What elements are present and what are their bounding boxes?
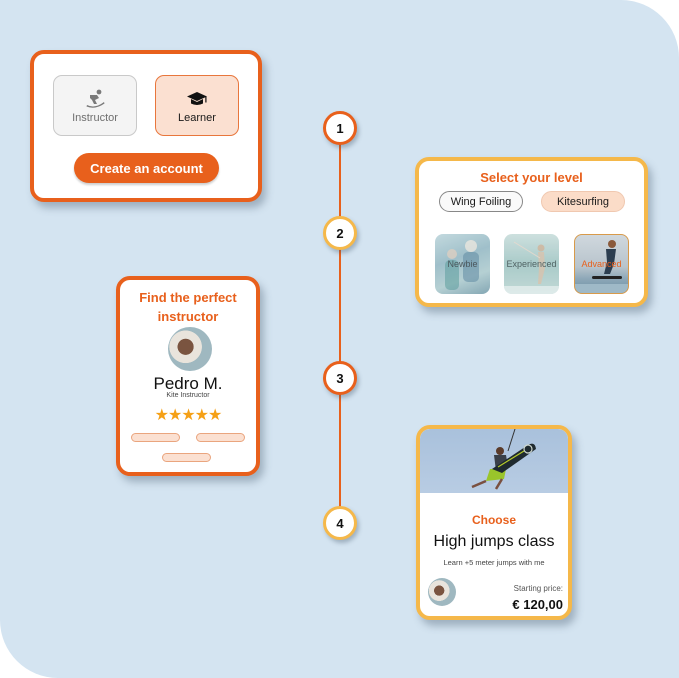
step-marker-1: 1 <box>323 111 357 145</box>
skill-tag-placeholder <box>131 433 180 442</box>
role-instructor-button[interactable]: Instructor <box>53 75 137 136</box>
level-newbie-option[interactable]: Newbie <box>435 234 490 294</box>
timeline-line <box>339 128 341 522</box>
step-marker-4: 4 <box>323 506 357 540</box>
instructor-avatar[interactable] <box>168 327 212 371</box>
instructor-avatar-small <box>428 578 456 606</box>
class-description: Learn +5 meter jumps with me <box>443 558 545 567</box>
price-label: Starting price: <box>513 584 563 593</box>
skill-tag-placeholder <box>162 453 211 462</box>
create-account-button[interactable]: Create an account <box>74 153 219 183</box>
instructor-role: Kite Instructor <box>166 392 210 399</box>
graduation-cap-icon <box>186 88 208 110</box>
level-advanced-label: Advanced <box>581 259 622 269</box>
sport-wing-foiling-pill[interactable]: Wing Foiling <box>439 191 523 212</box>
class-card[interactable]: Choose High jumps class Learn +5 meter j… <box>416 425 572 620</box>
snowboarder-icon <box>84 88 106 110</box>
class-hero-photo <box>420 429 568 493</box>
step-marker-3: 3 <box>323 361 357 395</box>
choose-label: Choose <box>471 513 516 527</box>
level-newbie-label: Newbie <box>447 259 478 269</box>
role-learner-button[interactable]: Learner <box>155 75 239 136</box>
find-instructor-card: Find the perfect instructor Pedro M. Kit… <box>116 276 260 476</box>
find-instructor-title: Find the perfect instructor <box>139 290 237 324</box>
instructor-name: Pedro M. <box>153 374 223 393</box>
rating-stars-icon: ★★★★★ <box>154 407 223 424</box>
role-instructor-label: Instructor <box>72 111 118 124</box>
skill-tag-placeholder <box>196 433 245 442</box>
level-advanced-option[interactable]: Advanced <box>574 234 629 294</box>
level-experienced-label: Experienced <box>506 259 557 269</box>
step-marker-2: 2 <box>323 216 357 250</box>
sport-kitesurfing-pill[interactable]: Kitesurfing <box>541 191 625 212</box>
class-title: High jumps class <box>433 533 555 550</box>
level-experienced-option[interactable]: Experienced <box>504 234 559 294</box>
select-level-card: Select your level Wing Foiling Kitesurfi… <box>415 157 648 307</box>
select-level-title: Select your level <box>480 170 583 185</box>
role-learner-label: Learner <box>178 111 216 124</box>
create-account-card: Instructor Learner Create an account <box>30 50 262 202</box>
class-price: € 120,00 <box>512 597 563 612</box>
